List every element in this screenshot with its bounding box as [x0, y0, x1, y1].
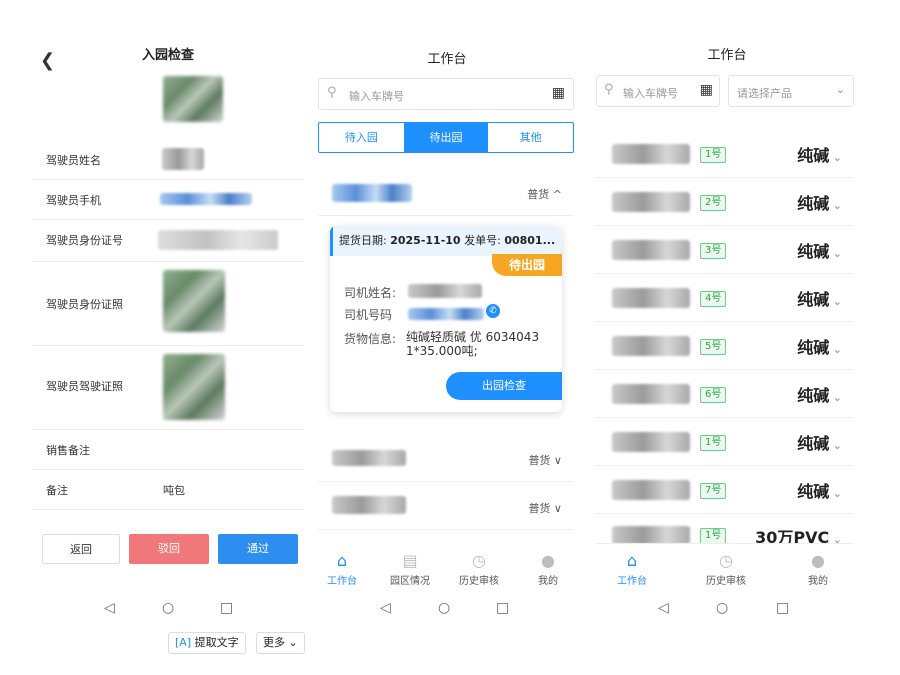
screen-workbench-gate: 工作台 ⚲ 输入车牌号 ▦ 待入园 待出园 其他 普货 ^ 提货日期: 2025… — [312, 0, 582, 640]
nav-recent-icon[interactable]: □ — [496, 600, 509, 616]
field-sales-remark: 销售备注 — [32, 430, 304, 470]
scan-icon[interactable]: ▦ — [700, 82, 713, 98]
search-icon: ⚲ — [327, 85, 337, 100]
chevron-down-icon: ⌄ — [829, 391, 842, 404]
scan-icon[interactable]: ▦ — [552, 85, 565, 101]
list-item[interactable]: 6号 纯碱 ⌄ — [596, 370, 854, 418]
nav-back-icon[interactable]: ◁ — [104, 600, 115, 616]
reject-button[interactable]: 驳回 — [129, 534, 209, 564]
chevron-down-icon: ⌄ — [829, 247, 842, 260]
list-item[interactable]: 5号 纯碱 ⌄ — [596, 322, 854, 370]
chevron-down-icon: ⌄ — [829, 295, 842, 308]
tabbar-workbench[interactable]: ⌂ 工作台 — [602, 550, 662, 587]
license-photo-thumbnail[interactable] — [163, 354, 225, 420]
back-button[interactable]: 返回 — [42, 534, 120, 564]
list-item[interactable]: 7号 纯碱 ⌄ — [596, 466, 854, 514]
card-header: 提货日期: 2025-11-10 发单号: 00801... — [330, 226, 562, 256]
chevron-down-icon: ⌄ — [829, 343, 842, 356]
screen-workbench-products: 工作台 ⚲ 输入车牌号 ▦ 请选择产品 ⌄ 1号 纯碱 ⌄ 2号 纯碱 ⌄ 3号… — [592, 0, 862, 640]
nav-recent-icon[interactable]: □ — [776, 600, 789, 616]
list-item[interactable]: 普货 ∨ — [318, 434, 574, 482]
tab-other[interactable]: 其他 — [488, 123, 573, 152]
park-icon: ▤ — [402, 551, 418, 570]
list-item[interactable]: 1号 纯碱 ⌄ — [596, 418, 854, 466]
tabbar-history-review[interactable]: ◷ 历史审核 — [696, 550, 756, 587]
exit-check-button[interactable]: 出园检查 — [446, 372, 562, 400]
list-item[interactable]: 3号 纯碱 ⌄ — [596, 226, 854, 274]
field-driver-id-number: 驾驶员身份证号 — [32, 220, 304, 262]
field-remark: 备注 吨包 — [32, 470, 304, 510]
chevron-down-icon: ⌄ — [288, 636, 298, 649]
user-icon: ● — [811, 551, 825, 570]
goods-info: 纯碱轻质碱 优 6034043 1*35.000吨; — [406, 330, 540, 358]
shipment-card: 提货日期: 2025-11-10 发单号: 00801... 待出园 司机姓名:… — [330, 226, 562, 412]
list-item[interactable]: 普货 ^ — [318, 170, 574, 216]
vehicle-photo — [163, 76, 223, 122]
tabbar-mine[interactable]: ● 我的 — [518, 550, 578, 587]
list-item[interactable]: 普货 ∨ — [318, 482, 574, 530]
plate-search-input[interactable]: ⚲ 输入车牌号 ▦ — [596, 75, 720, 107]
page-title: 入园检查 — [141, 48, 194, 63]
chevron-down-icon: ⌄ — [835, 83, 845, 96]
status-tabs: 待入园 待出园 其他 — [318, 122, 574, 153]
nav-back-icon[interactable]: ◁ — [380, 600, 391, 616]
nav-back-icon[interactable]: ◁ — [658, 600, 669, 616]
text-scan-icon: [A] — [175, 636, 192, 649]
chevron-down-icon: ⌄ — [829, 487, 842, 500]
tabbar-workbench[interactable]: ⌂ 工作台 — [312, 550, 372, 587]
clock-icon: ◷ — [719, 551, 733, 570]
home-icon: ⌂ — [626, 551, 638, 570]
bottom-tab-bar: ⌂ 工作台 ▤ 园区情况 ◷ 历史审核 ● 我的 — [312, 540, 582, 600]
remark-value: 吨包 — [163, 484, 185, 497]
user-icon: ● — [541, 551, 555, 570]
page-title: 工作台 — [707, 48, 747, 63]
product-select[interactable]: 请选择产品 ⌄ — [728, 75, 854, 107]
plate-search-input[interactable]: ⚲ 输入车牌号 ▦ — [318, 78, 574, 110]
clock-icon: ◷ — [472, 551, 486, 570]
nav-home-icon[interactable]: ○ — [162, 600, 174, 616]
tabbar-park-status[interactable]: ▤ 园区情况 — [380, 550, 440, 587]
id-photo-thumbnail[interactable] — [163, 270, 225, 332]
phone-call-icon[interactable]: ✆ — [486, 304, 500, 318]
more-button[interactable]: 更多 ⌄ — [256, 632, 305, 654]
chevron-down-icon: ⌄ — [829, 199, 842, 212]
pass-button[interactable]: 通过 — [218, 534, 298, 564]
chevron-down-icon: ⌄ — [829, 151, 842, 164]
tabbar-mine[interactable]: ● 我的 — [788, 550, 848, 587]
field-driver-phone: 驾驶员手机 — [32, 180, 304, 220]
list-item[interactable]: 4号 纯碱 ⌄ — [596, 274, 854, 322]
nav-recent-icon[interactable]: □ — [220, 600, 233, 616]
field-driver-license-photo: 驾驶员驾驶证照 — [32, 346, 304, 430]
chevron-down-icon: ⌄ — [829, 439, 842, 452]
field-driver-id-photo: 驾驶员身份证照 — [32, 262, 304, 346]
tab-waiting-exit[interactable]: 待出园 — [403, 123, 489, 152]
extract-text-button[interactable]: [A] 提取文字 — [168, 632, 246, 654]
bottom-tab-bar: ⌂ 工作台 ◷ 历史审核 ● 我的 — [592, 540, 862, 600]
tab-waiting-entry[interactable]: 待入园 — [319, 123, 404, 152]
search-icon: ⚲ — [604, 82, 614, 97]
screen-entry-check: ❮ 入园检查 驾驶员姓名 驾驶员手机 驾驶员身份证号 驾驶员身份证照 驾驶员驾驶… — [32, 0, 304, 640]
home-icon: ⌂ — [336, 551, 348, 570]
nav-home-icon[interactable]: ○ — [438, 600, 450, 616]
list-item[interactable]: 1号 纯碱 ⌄ — [596, 130, 854, 178]
tabbar-history-review[interactable]: ◷ 历史审核 — [449, 550, 509, 587]
page-title: 工作台 — [427, 52, 467, 67]
list-item[interactable]: 2号 纯碱 ⌄ — [596, 178, 854, 226]
field-driver-name: 驾驶员姓名 — [32, 140, 304, 180]
status-badge: 待出园 — [492, 254, 562, 276]
nav-home-icon[interactable]: ○ — [716, 600, 728, 616]
